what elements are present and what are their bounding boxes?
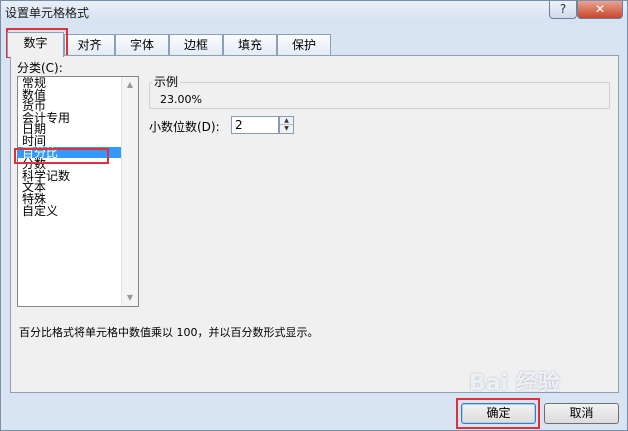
category-item-custom[interactable]: 自定义	[18, 205, 128, 217]
tab-protection[interactable]: 保护	[277, 34, 331, 56]
decimal-places-input[interactable]: 2	[231, 116, 279, 134]
spin-down-icon[interactable]: ▼	[280, 125, 293, 133]
dialog-title: 设置单元格格式	[5, 6, 90, 20]
sample-group: 示例 23.00%	[149, 73, 610, 109]
category-item-special[interactable]: 特殊	[18, 193, 128, 205]
tab-border[interactable]: 边框	[169, 34, 223, 56]
scroll-down-arrow-icon[interactable]: ▼	[122, 290, 138, 306]
title-bar: 设置单元格格式 ? ✕	[1, 1, 627, 23]
tab-fill[interactable]: 填充	[223, 34, 277, 56]
tab-number[interactable]: 数字	[7, 32, 64, 57]
close-button[interactable]: ✕	[577, 1, 623, 19]
scroll-up-arrow-icon[interactable]: ▲	[122, 77, 138, 93]
decimal-places-spinner: ▲ ▼	[279, 116, 294, 134]
category-label: 分类(C):	[17, 61, 63, 75]
tab-font[interactable]: 字体	[115, 34, 169, 56]
category-item-time[interactable]: 时间	[18, 135, 128, 147]
spin-up-icon[interactable]: ▲	[280, 117, 293, 125]
category-item-fraction[interactable]: 分数	[18, 158, 128, 170]
number-panel: 分类(C): 常规 数值 货币 会计专用 日期 时间 百分比 分数 科学记数 文…	[10, 55, 619, 393]
sample-label: 示例	[152, 73, 181, 90]
decimal-places-label: 小数位数(D):	[149, 120, 220, 134]
category-listbox[interactable]: 常规 数值 货币 会计专用 日期 时间 百分比 分数 科学记数 文本 特殊 自定…	[17, 76, 139, 307]
sample-value: 23.00%	[160, 93, 202, 106]
category-item-general[interactable]: 常规	[18, 77, 128, 89]
format-description: 百分比格式将单元格中数值乘以 100，并以百分数形式显示。	[19, 326, 319, 339]
category-scrollbar[interactable]: ▲ ▼	[121, 77, 138, 306]
tab-alignment[interactable]: 对齐	[64, 34, 115, 56]
category-list: 常规 数值 货币 会计专用 日期 时间 百分比 分数 科学记数 文本 特殊 自定…	[18, 77, 128, 216]
format-cells-dialog: 设置单元格格式 ? ✕ 数字 对齐 字体 边框 填充 保护 分类(C): 常规 …	[0, 0, 628, 431]
ok-button[interactable]: 确定	[461, 403, 536, 424]
cancel-button[interactable]: 取消	[544, 403, 619, 424]
help-button[interactable]: ?	[549, 1, 577, 19]
watermark-logo: Bai 经验	[469, 371, 560, 396]
